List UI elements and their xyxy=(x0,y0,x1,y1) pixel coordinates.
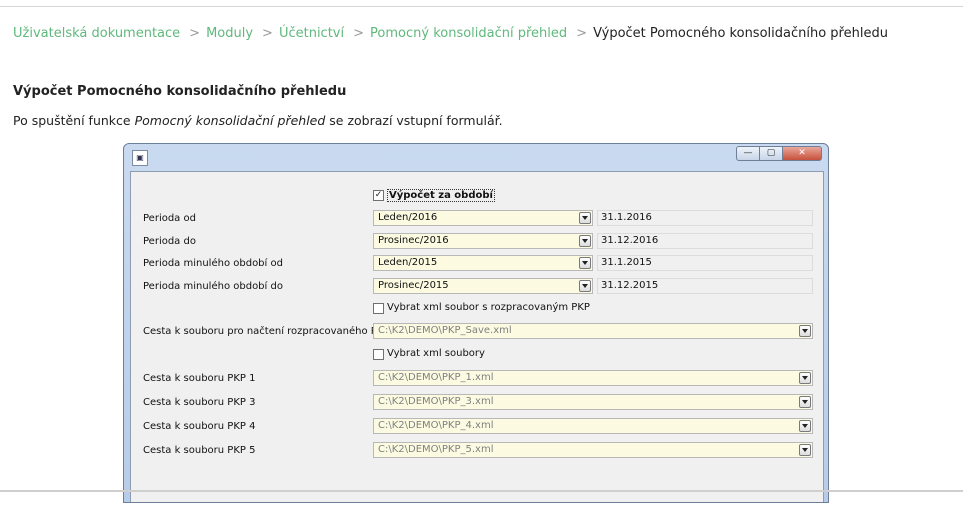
intro-emphasis: Pomocný konsolidační přehled xyxy=(134,113,326,128)
path-pkp4-label: Cesta k souboru PKP 4 xyxy=(143,421,256,432)
prev-period-from-label: Perioda minulého období od xyxy=(143,258,283,269)
prev-period-to-label: Perioda minulého období do xyxy=(143,281,283,292)
intro-text-after: se zobrazí vstupní formulář. xyxy=(325,113,503,128)
chevron-down-icon[interactable] xyxy=(579,280,591,292)
breadcrumb-separator: > xyxy=(576,26,588,41)
xml-files-label: Vybrat xml soubory xyxy=(387,348,485,359)
path-save-label: Cesta k souboru pro načtení rozpracované… xyxy=(143,326,390,337)
maximize-button[interactable]: ▢ xyxy=(759,146,783,161)
xml-files-checkbox[interactable] xyxy=(373,349,384,360)
chevron-down-icon[interactable] xyxy=(579,235,591,247)
prev-period-from-value: Leden/2015 xyxy=(378,257,438,268)
period-from-value: Leden/2016 xyxy=(378,212,438,223)
chevron-down-icon[interactable] xyxy=(799,325,811,337)
breadcrumb: Uživatelská dokumentace > Moduly > Účetnictv… xyxy=(13,26,888,41)
breadcrumb-separator: > xyxy=(353,26,365,41)
intro-paragraph: Po spuštění funkce Pomocný konsolidační … xyxy=(13,113,503,128)
path-save-select[interactable]: C:\K2\DEMO\PKP_Save.xml xyxy=(373,323,813,339)
prev-period-from-select[interactable]: Leden/2015 xyxy=(373,255,593,271)
path-pkp1-label: Cesta k souboru PKP 1 xyxy=(143,373,256,384)
period-from-date: 31.1.2016 xyxy=(597,210,813,226)
path-pkp5-label: Cesta k souboru PKP 5 xyxy=(143,445,256,456)
breadcrumb-separator: > xyxy=(262,26,273,41)
path-pkp3-value: C:\K2\DEMO\PKP_3.xml xyxy=(378,396,494,407)
intro-text-before: Po spuštění funkce xyxy=(13,113,135,128)
chevron-down-icon[interactable] xyxy=(799,396,811,408)
period-from-select[interactable]: Leden/2016 xyxy=(373,210,593,226)
path-pkp1-value: C:\K2\DEMO\PKP_1.xml xyxy=(378,372,494,383)
prev-period-to-date: 31.12.2015 xyxy=(597,278,813,294)
period-calc-label: Výpočet za období xyxy=(387,189,495,202)
page-title: Výpočet Pomocného konsolidačního přehled… xyxy=(13,84,347,99)
prev-period-to-value: Prosinec/2015 xyxy=(378,280,449,291)
prev-period-from-date: 31.1.2015 xyxy=(597,255,813,271)
prev-period-to-select[interactable]: Prosinec/2015 xyxy=(373,278,593,294)
breadcrumb-current: Výpočet Pomocného konsolidačního přehled… xyxy=(593,26,888,41)
period-calc-checkbox[interactable]: ✓ xyxy=(373,190,384,201)
period-to-select[interactable]: Prosinec/2016 xyxy=(373,233,593,249)
chevron-down-icon[interactable] xyxy=(799,444,811,456)
top-divider xyxy=(0,6,963,7)
path-pkp5-select[interactable]: C:\K2\DEMO\PKP_5.xml xyxy=(373,442,813,458)
path-pkp4-select[interactable]: C:\K2\DEMO\PKP_4.xml xyxy=(373,418,813,434)
window-controls: — ▢ ✕ xyxy=(736,146,822,161)
chevron-down-icon[interactable] xyxy=(799,372,811,384)
path-save-value: C:\K2\DEMO\PKP_Save.xml xyxy=(378,325,512,336)
app-icon: ▣ xyxy=(132,150,148,166)
period-to-value: Prosinec/2016 xyxy=(378,235,449,246)
path-pkp5-value: C:\K2\DEMO\PKP_5.xml xyxy=(378,444,494,455)
path-pkp3-select[interactable]: C:\K2\DEMO\PKP_3.xml xyxy=(373,394,813,410)
breadcrumb-link-consolidation[interactable]: Pomocný konsolidační přehled xyxy=(370,26,567,41)
close-button[interactable]: ✕ xyxy=(782,146,822,161)
period-to-label: Perioda do xyxy=(143,236,196,247)
dialog-window: ▣ — ▢ ✕ ✓ Výpočet za období Perioda od L… xyxy=(123,143,829,503)
breadcrumb-link-accounting[interactable]: Účetnictví xyxy=(279,26,344,41)
chevron-down-icon[interactable] xyxy=(579,257,591,269)
bottom-divider xyxy=(0,490,963,492)
breadcrumb-link-user-docs[interactable]: Uživatelská dokumentace xyxy=(13,26,180,41)
form-area: ✓ Výpočet za období Perioda od Leden/201… xyxy=(130,171,824,502)
chevron-down-icon[interactable] xyxy=(579,212,591,224)
xml-save-label: Vybrat xml soubor s rozpracovaným PKP xyxy=(387,302,590,313)
minimize-button[interactable]: — xyxy=(736,146,760,161)
path-pkp3-label: Cesta k souboru PKP 3 xyxy=(143,397,256,408)
xml-save-checkbox[interactable] xyxy=(373,303,384,314)
period-from-label: Perioda od xyxy=(143,213,196,224)
path-pkp4-value: C:\K2\DEMO\PKP_4.xml xyxy=(378,420,494,431)
breadcrumb-link-modules[interactable]: Moduly xyxy=(206,26,253,41)
chevron-down-icon[interactable] xyxy=(799,420,811,432)
breadcrumb-separator: > xyxy=(189,26,201,41)
period-to-date: 31.12.2016 xyxy=(597,233,813,249)
path-pkp1-select[interactable]: C:\K2\DEMO\PKP_1.xml xyxy=(373,370,813,386)
